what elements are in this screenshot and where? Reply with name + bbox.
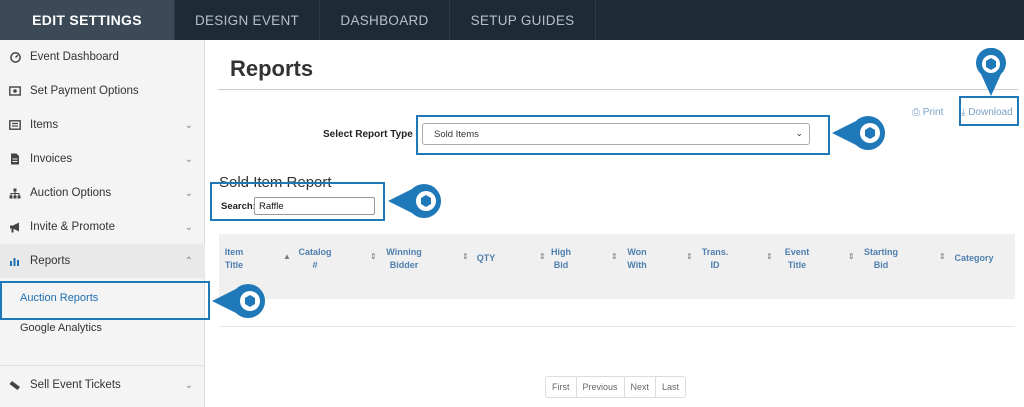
pointer-badge-icon — [976, 48, 1006, 96]
sidebar-item-label: Set Payment Options — [30, 85, 139, 97]
dashboard-icon — [0, 51, 30, 63]
sort-icon[interactable]: ⇕ — [766, 252, 773, 261]
chevron-down-icon: ⌄ — [184, 379, 193, 391]
sidebar: Event Dashboard Set Payment Options Item… — [0, 40, 205, 407]
report-type-highlight-box — [416, 115, 830, 155]
sort-icon[interactable]: ⇕ — [686, 252, 693, 261]
column-header-qty[interactable]: QTY — [475, 252, 497, 265]
sidebar-item-items[interactable]: Items ⌄ — [0, 108, 205, 142]
sidebar-item-set-payment-options[interactable]: Set Payment Options — [0, 74, 205, 108]
print-link[interactable]: ⎙ Print — [912, 107, 943, 118]
previous-page-button[interactable]: Previous — [577, 377, 625, 397]
chevron-down-icon: ⌄ — [184, 153, 193, 165]
search-highlight-box — [210, 182, 385, 221]
bullhorn-icon — [0, 222, 30, 233]
sidebar-item-invite-promote[interactable]: Invite & Promote ⌄ — [0, 210, 205, 244]
tab-dashboard[interactable]: DASHBOARD — [320, 0, 450, 40]
tab-edit-settings[interactable]: EDIT SETTINGS — [0, 0, 175, 40]
print-icon: ⎙ — [912, 107, 920, 118]
column-header-winning-bidder[interactable]: Winning Bidder — [383, 246, 425, 272]
tab-setup-guides[interactable]: SETUP GUIDES — [450, 0, 596, 40]
sort-asc-icon[interactable]: ▲ — [283, 252, 291, 261]
bar-chart-icon — [0, 256, 30, 266]
sidebar-item-auction-options[interactable]: Auction Options ⌄ — [0, 176, 205, 210]
column-header-trans-id[interactable]: Trans. ID — [699, 246, 731, 272]
chevron-down-icon: ⌄ — [184, 119, 193, 131]
sort-icon[interactable]: ⇕ — [611, 252, 618, 261]
sort-icon[interactable]: ⇕ — [939, 252, 946, 261]
pointer-badge-icon — [832, 116, 886, 150]
sidebar-item-event-dashboard[interactable]: Event Dashboard — [0, 40, 205, 74]
sitemap-icon — [0, 188, 30, 199]
chevron-down-icon: ⌄ — [184, 187, 193, 199]
sidebar-item-label: Event Dashboard — [30, 51, 119, 63]
sidebar-item-sell-event-tickets[interactable]: Sell Event Tickets ⌄ — [0, 368, 205, 402]
tab-design-event[interactable]: DESIGN EVENT — [175, 0, 320, 40]
column-header-item-title[interactable]: Item Title — [219, 246, 249, 272]
chevron-up-icon: ⌃ — [184, 255, 193, 267]
sidebar-item-label: Sell Event Tickets — [30, 379, 121, 391]
sidebar-item-label: Reports — [30, 255, 71, 267]
pointer-badge-icon — [388, 184, 442, 218]
list-icon — [0, 120, 30, 130]
top-nav: EDIT SETTINGS DESIGN EVENT DASHBOARD SET… — [0, 0, 1024, 40]
column-header-won-with[interactable]: Won With — [621, 246, 653, 272]
document-icon — [0, 153, 30, 165]
column-header-high-bid[interactable]: High Bid — [547, 246, 575, 272]
divider — [218, 89, 1018, 90]
column-header-category[interactable]: Category — [951, 252, 997, 265]
ticket-icon — [0, 380, 30, 391]
page-title: Reports — [230, 56, 314, 81]
print-label: Print — [922, 107, 944, 118]
sort-icon[interactable]: ⇕ — [370, 252, 377, 261]
sidebar-item-label: Invoices — [30, 153, 73, 165]
chevron-down-icon: ⌄ — [184, 221, 193, 233]
column-header-event-title[interactable]: Event Title — [779, 246, 815, 272]
sidebar-item-label: Auction Options — [30, 187, 112, 199]
pagination: First Previous Next Last — [545, 376, 687, 398]
table-header: Item Title ▲ Catalog # ⇕ Winning Bidder ⇕ Q… — [219, 234, 1015, 299]
sidebar-item-label: Items — [30, 119, 59, 131]
pointer-badge-icon — [212, 284, 266, 318]
report-type-label: Select Report Type — [323, 129, 413, 140]
last-page-button[interactable]: Last — [656, 377, 685, 397]
auction-reports-highlight-box — [0, 281, 210, 320]
money-icon — [0, 86, 30, 96]
sort-icon[interactable]: ⇕ — [539, 252, 546, 261]
download-highlight-box — [959, 96, 1019, 126]
sort-icon[interactable]: ⇕ — [462, 252, 469, 261]
sort-icon[interactable]: ⇕ — [848, 252, 855, 261]
sidebar-divider — [0, 365, 205, 366]
column-header-starting-bid[interactable]: Starting Bid — [859, 246, 903, 272]
next-page-button[interactable]: Next — [625, 377, 657, 397]
divider — [219, 326, 1015, 327]
sidebar-item-reports[interactable]: Reports ⌃ — [0, 244, 205, 278]
column-header-catalog[interactable]: Catalog # — [295, 246, 335, 272]
first-page-button[interactable]: First — [546, 377, 577, 397]
sidebar-item-invoices[interactable]: Invoices ⌄ — [0, 142, 205, 176]
sidebar-item-label: Invite & Promote — [30, 221, 116, 233]
